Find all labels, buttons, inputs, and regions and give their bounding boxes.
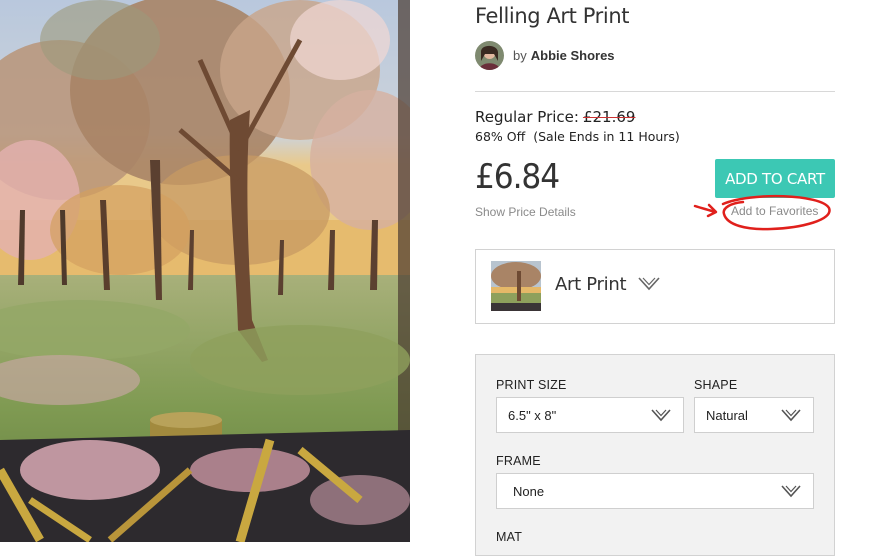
regular-price-label: Regular Price: [475,108,579,126]
current-price: £6.84 [475,157,560,197]
artist-row: by Abbie Shores [475,40,615,70]
artist-link[interactable]: Abbie Shores [531,48,615,63]
chevron-down-icon [638,277,660,296]
shape-label: SHAPE [694,378,738,392]
thumbnail-painting-icon [491,261,541,311]
add-to-favorites-link[interactable]: Add to Favorites [731,204,818,218]
painting-forest-scene [0,0,410,542]
regular-price-value: £21.69 [582,108,636,126]
show-price-details-link[interactable]: Show Price Details [475,205,576,219]
print-size-select[interactable]: 6.5" x 8" [496,397,684,433]
print-size-label: PRINT SIZE [496,378,567,392]
product-type-selector[interactable]: Art Print [475,249,835,324]
product-type-label: Art Print [555,274,627,295]
artist-avatar[interactable] [475,40,504,70]
frame-value: None [513,484,545,499]
product-title: Felling Art Print [475,4,630,28]
options-panel: PRINT SIZE 6.5" x 8" SHAPE Natural FRAME… [475,354,835,556]
divider [475,91,835,92]
chevron-down-icon [781,409,801,427]
frame-label: FRAME [496,454,541,468]
product-panel: Felling Art Print by Abbie Shores Regula… [475,0,835,556]
print-size-value: 6.5" x 8" [508,408,557,423]
artist-prefix: by [513,47,527,63]
product-thumbnail [491,261,541,311]
artwork-image[interactable] [0,0,410,542]
regular-price-row: Regular Price: £21.69 [475,108,635,126]
shape-select[interactable]: Natural [694,397,814,433]
discount-text: 68% Off [475,129,526,144]
chevron-down-icon [781,485,801,503]
chevron-down-icon [651,409,671,427]
shape-value: Natural [706,408,748,423]
sale-info-row: 68% Off (Sale Ends in 11 Hours) [475,129,680,144]
sale-ends-text: (Sale Ends in 11 Hours) [533,129,680,144]
add-to-cart-button[interactable]: ADD TO CART [715,159,835,198]
avatar-photo-icon [475,40,504,70]
frame-select[interactable]: None [496,473,814,509]
